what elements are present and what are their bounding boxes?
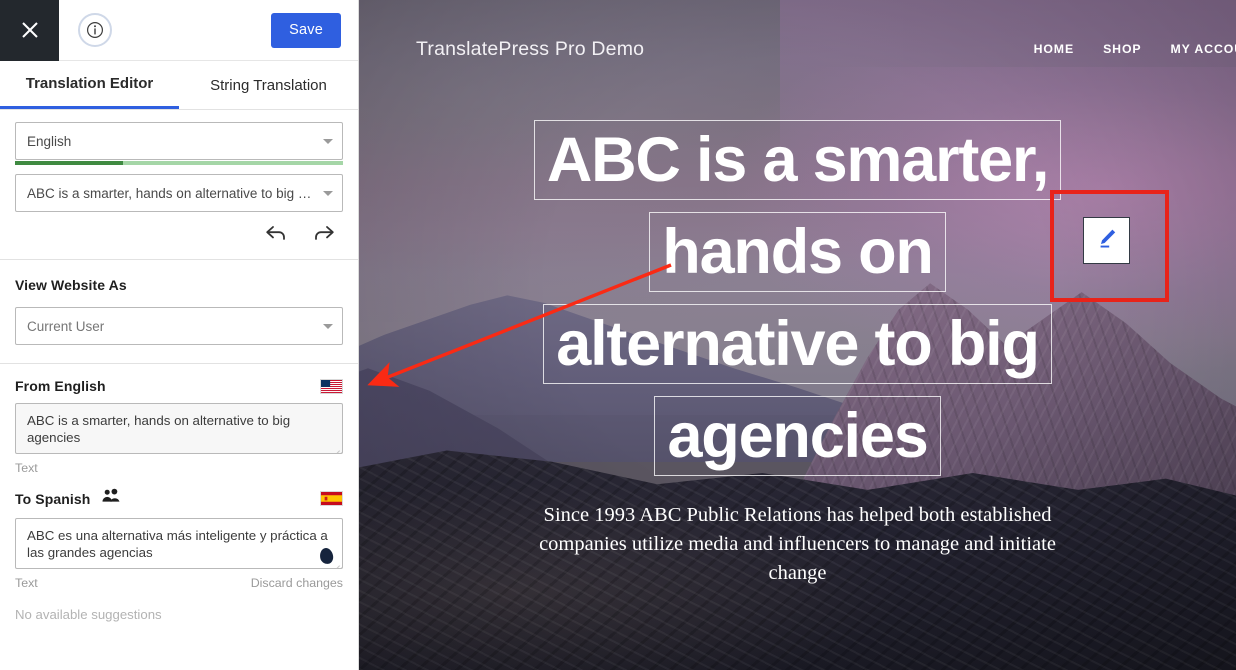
view-website-as-label: View Website As xyxy=(15,277,127,293)
view-website-as-value: Current User xyxy=(27,318,105,334)
redo-icon[interactable] xyxy=(311,223,336,248)
edit-pencil-button[interactable] xyxy=(1083,217,1130,264)
target-language-label: To Spanish xyxy=(15,490,91,507)
translation-progress-fill xyxy=(15,161,124,165)
source-text-area[interactable]: ABC is a smarter, hands on alternative t… xyxy=(15,403,343,454)
string-select[interactable]: ABC is a smarter, hands on alternative t… xyxy=(15,174,343,212)
people-icon[interactable] xyxy=(101,488,121,509)
source-language-label: From English xyxy=(15,378,106,394)
target-meta-label: Text xyxy=(15,576,38,590)
chevron-down-icon xyxy=(323,139,333,144)
translation-editor-sidebar: Save Translation Editor String Translati… xyxy=(0,0,359,670)
resize-grip-icon[interactable] xyxy=(330,557,342,568)
tab-translation-editor[interactable]: Translation Editor xyxy=(0,61,179,109)
nav-link-shop[interactable]: SHOP xyxy=(1103,42,1141,56)
source-meta-label: Text xyxy=(15,461,38,475)
editor-tabs: Translation Editor String Translation xyxy=(0,61,358,110)
hero-line-1[interactable]: ABC is a smarter, xyxy=(533,120,1062,200)
hero-section: ABC is a smarter, hands on alternative t… xyxy=(359,120,1236,588)
close-icon xyxy=(19,19,41,41)
chevron-down-icon xyxy=(323,324,333,329)
string-select-value: ABC is a smarter, hands on alternative t… xyxy=(27,185,316,201)
hero-line-2[interactable]: hands on xyxy=(649,212,946,292)
es-flag-icon xyxy=(320,491,343,506)
translatepress-editor-screen: Save Translation Editor String Translati… xyxy=(0,0,1236,670)
site-nav: HOME SHOP MY ACCOU xyxy=(1034,42,1236,56)
suggestions-empty-label: No available suggestions xyxy=(15,607,162,622)
view-website-as-select[interactable]: Current User xyxy=(15,307,343,345)
pencil-icon xyxy=(1094,225,1120,256)
undo-redo-group xyxy=(0,212,358,259)
info-icon xyxy=(86,21,104,39)
resize-grip-icon[interactable] xyxy=(330,442,342,453)
website-preview-pane: TranslatePress Pro Demo HOME SHOP MY ACC… xyxy=(359,0,1236,670)
close-editor-button[interactable] xyxy=(0,0,59,61)
hero-subtext[interactable]: Since 1993 ABC Public Relations has help… xyxy=(525,501,1070,588)
tab-string-translation[interactable]: String Translation xyxy=(179,61,358,109)
undo-icon[interactable] xyxy=(264,223,289,248)
tab-string-translation-label: String Translation xyxy=(210,76,327,94)
discard-changes-button[interactable]: Discard changes xyxy=(251,576,343,590)
translation-progress-bar xyxy=(15,161,343,165)
editor-top-bar: Save xyxy=(0,0,358,61)
chevron-down-icon xyxy=(323,191,333,196)
source-text-value: ABC is a smarter, hands on alternative t… xyxy=(27,413,291,445)
save-button[interactable]: Save xyxy=(271,12,341,48)
target-text-area[interactable]: ABC es una alternativa más inteligente y… xyxy=(15,518,343,569)
target-text-value: ABC es una alternativa más inteligente y… xyxy=(27,528,328,560)
tab-translation-editor-label: Translation Editor xyxy=(25,75,154,92)
language-select[interactable]: English xyxy=(15,122,343,160)
hero-line-3[interactable]: alternative to big xyxy=(543,304,1052,384)
us-flag-icon xyxy=(320,378,343,394)
site-title[interactable]: TranslatePress Pro Demo xyxy=(416,38,644,61)
hero-line-4[interactable]: agencies xyxy=(654,396,941,476)
nav-link-my-account[interactable]: MY ACCOU xyxy=(1171,42,1236,56)
info-button[interactable] xyxy=(59,0,131,61)
nav-link-home[interactable]: HOME xyxy=(1034,42,1075,56)
selectors-section: English ABC is a smarter, hands on alter… xyxy=(0,110,358,212)
view-website-as-section: View Website As Current User xyxy=(0,260,358,363)
language-select-value: English xyxy=(27,133,72,149)
target-language-section: To Spanish ABC es una alternativa más in… xyxy=(0,475,358,622)
source-language-section: From English ABC is a smarter, hands on … xyxy=(0,364,358,475)
site-header: TranslatePress Pro Demo HOME SHOP MY ACC… xyxy=(359,0,1236,98)
